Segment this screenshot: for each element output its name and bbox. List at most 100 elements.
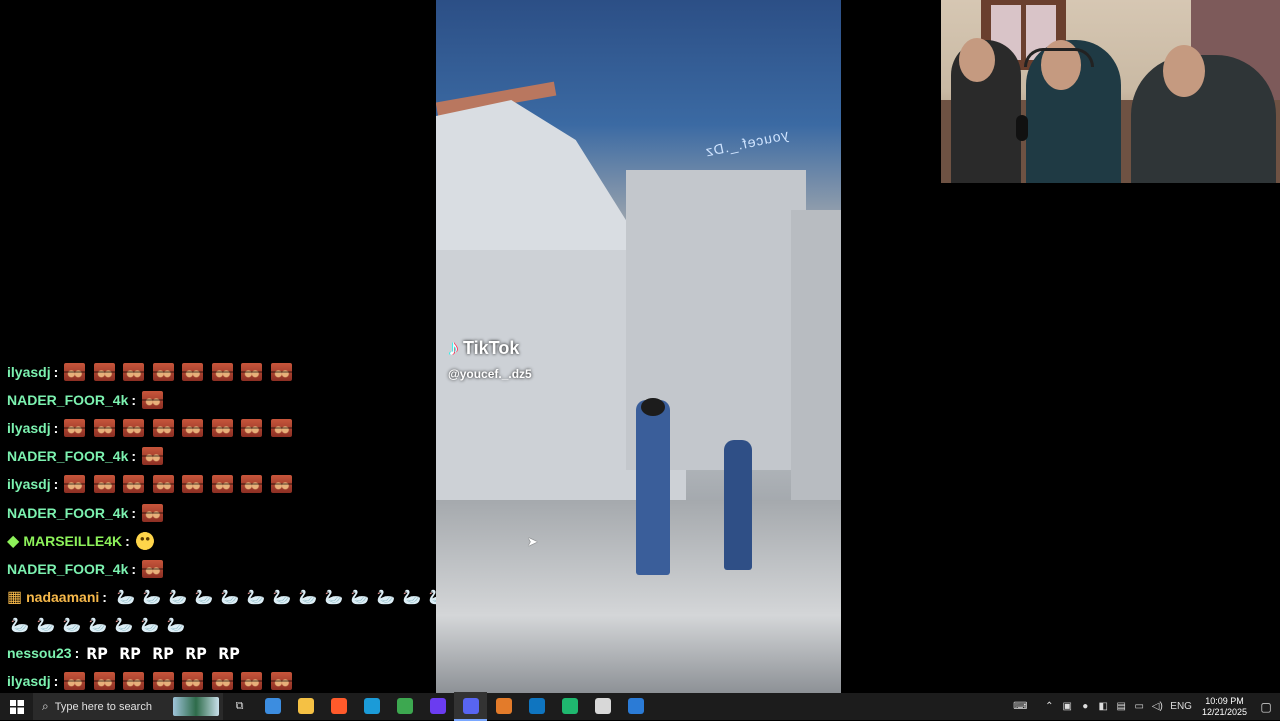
walking-man bbox=[636, 400, 670, 575]
tiktok-label: TikTok bbox=[463, 337, 520, 358]
keyboard-icon[interactable]: ⌨ bbox=[1012, 701, 1028, 712]
goose-emote-icon: 🦢 bbox=[62, 616, 82, 634]
hat bbox=[641, 398, 665, 416]
app-glyph bbox=[297, 697, 314, 714]
walking-child bbox=[724, 440, 752, 570]
chat-separator: : bbox=[53, 673, 59, 690]
brick-emote-icon bbox=[142, 391, 164, 410]
task-view-icon[interactable]: ⧉ bbox=[223, 693, 256, 720]
rp-emote: RP bbox=[185, 643, 208, 663]
chat-message: NADER_FOOR_4k: bbox=[7, 499, 172, 527]
tray-app-icon[interactable]: ▤ bbox=[1113, 701, 1129, 712]
brick-emote-icon bbox=[241, 363, 263, 381]
taskbar-app-icon[interactable] bbox=[256, 692, 289, 719]
taskbar-app-icon[interactable] bbox=[388, 692, 421, 719]
microphone-icon bbox=[1016, 115, 1028, 141]
brick-emote-icon bbox=[123, 363, 145, 381]
chat-username[interactable]: ilyasdj bbox=[7, 420, 51, 436]
brick-emote-icon bbox=[270, 475, 292, 494]
goose-emote-icon: 🦢 bbox=[10, 616, 30, 634]
app-glyph bbox=[594, 697, 611, 714]
taskbar-app-icon[interactable] bbox=[553, 692, 586, 719]
tray-app-icon[interactable]: ▣ bbox=[1059, 701, 1075, 712]
taskbar-search-box[interactable]: ⌕ Type here to search bbox=[33, 693, 223, 720]
volume-icon[interactable]: ◁) bbox=[1149, 701, 1165, 712]
rp-emote: RP bbox=[218, 643, 241, 663]
windows-start-icon[interactable] bbox=[0, 693, 33, 720]
mic-icon[interactable]: ● bbox=[1077, 701, 1093, 712]
chat-message: ◆ MARSEILLE4K: bbox=[7, 527, 154, 555]
chat-message: ▦nadaamani:🦢🦢🦢🦢🦢🦢🦢🦢🦢🦢🦢🦢🦢🦢 bbox=[7, 583, 477, 611]
brick-emote-icon bbox=[123, 419, 145, 438]
rp-emote: RP bbox=[152, 643, 175, 663]
goose-emote-icon: 🦢 bbox=[140, 616, 160, 634]
chevron-up-icon[interactable]: ⌃ bbox=[1041, 701, 1057, 712]
search-highlight-image bbox=[173, 697, 219, 716]
brick-emote-icon bbox=[64, 475, 86, 494]
brick-emote-icon bbox=[241, 672, 263, 691]
chat-username[interactable]: nadaamani bbox=[26, 589, 99, 605]
brick-emote-icon bbox=[123, 475, 145, 494]
pinned-apps bbox=[256, 692, 652, 721]
network-icon[interactable]: ▭ bbox=[1131, 701, 1147, 712]
chat-username[interactable]: ilyasdj bbox=[7, 673, 51, 689]
goose-emote-icon: 🦢 bbox=[36, 616, 56, 634]
chat-separator: : bbox=[53, 420, 59, 437]
brick-emote-icon bbox=[211, 419, 233, 438]
search-placeholder: Type here to search bbox=[54, 700, 152, 713]
chat-username[interactable]: NADER_FOOR_4k bbox=[7, 448, 128, 464]
taskbar-app-icon[interactable] bbox=[289, 692, 322, 719]
tiktok-watermark: ♪ TikTok @youcef._.dz5 bbox=[448, 335, 532, 381]
brick-emote-icon bbox=[152, 419, 174, 438]
system-tray: ⌨ ⌃ ▣ ● ◧ ▤ ▭ ◁) ENG 10:09 PM 12/21/2025… bbox=[1011, 693, 1280, 720]
app-glyph bbox=[627, 697, 644, 714]
chat-message: NADER_FOOR_4k: bbox=[7, 442, 172, 470]
chat-separator: : bbox=[131, 504, 137, 521]
app-glyph bbox=[561, 697, 578, 714]
taskbar-app-icon[interactable] bbox=[487, 692, 520, 719]
search-icon: ⌕ bbox=[42, 699, 49, 713]
clock-time: 10:09 PM bbox=[1205, 695, 1244, 706]
brick-emote-icon bbox=[64, 419, 86, 438]
chat-separator: : bbox=[131, 448, 137, 465]
taskbar-app-icon[interactable] bbox=[355, 692, 388, 719]
chat-username[interactable]: ilyasdj bbox=[7, 476, 51, 492]
taskbar-app-icon[interactable] bbox=[520, 692, 553, 719]
app-glyph bbox=[495, 697, 512, 714]
brick-emote-icon bbox=[152, 672, 174, 691]
brick-emote-icon bbox=[182, 419, 204, 438]
taskbar-app-icon[interactable] bbox=[586, 692, 619, 719]
taskbar-app-icon[interactable] bbox=[619, 692, 652, 719]
tiktok-video[interactable]: youcef._.Dz ♪ TikTok @youcef._.dz5 ➤ bbox=[436, 0, 841, 693]
language-indicator[interactable]: ENG bbox=[1170, 701, 1192, 712]
app-glyph bbox=[330, 697, 347, 714]
chat-username[interactable]: MARSEILLE4K bbox=[23, 533, 122, 549]
taskbar-app-icon[interactable] bbox=[421, 692, 454, 719]
chat-username[interactable]: NADER_FOOR_4k bbox=[7, 561, 128, 577]
chat-separator: : bbox=[53, 364, 59, 380]
chat-username[interactable]: nessou23 bbox=[7, 645, 72, 661]
chat-message: NADER_FOOR_4k: bbox=[7, 555, 172, 583]
goose-emote-icon: 🦢 bbox=[116, 588, 136, 606]
brick-emote-icon bbox=[241, 475, 263, 494]
chat-separator: : bbox=[74, 645, 80, 661]
notification-icon[interactable]: ▢ bbox=[1258, 700, 1274, 714]
clock[interactable]: 10:09 PM 12/21/2025 bbox=[1202, 696, 1247, 718]
chat-message: nessou23: RP RP RP RP RP bbox=[7, 639, 251, 667]
chat-username[interactable]: NADER_FOOR_4k bbox=[7, 505, 128, 521]
brick-emote-icon bbox=[142, 559, 164, 578]
chat-separator: : bbox=[131, 392, 137, 409]
goose-emote-icon: 🦢 bbox=[88, 616, 108, 634]
tray-app-icon[interactable]: ◧ bbox=[1095, 701, 1111, 712]
chat-message: ilyasdj: bbox=[7, 358, 300, 386]
chat-username[interactable]: ilyasdj bbox=[7, 364, 51, 380]
chat-message: 🦢 🦢 🦢 🦢 🦢 🦢 🦢 bbox=[7, 611, 189, 639]
taskbar-app-icon[interactable] bbox=[454, 692, 487, 721]
sky-watermark-text: youcef._.Dz bbox=[703, 126, 790, 160]
brick-emote-icon bbox=[211, 475, 233, 494]
chat-username[interactable]: NADER_FOOR_4k bbox=[7, 392, 128, 408]
app-glyph bbox=[396, 697, 413, 714]
tiktok-logo-icon: ♪ bbox=[448, 335, 459, 360]
taskbar-app-icon[interactable] bbox=[322, 692, 355, 719]
building-wall bbox=[791, 210, 841, 550]
